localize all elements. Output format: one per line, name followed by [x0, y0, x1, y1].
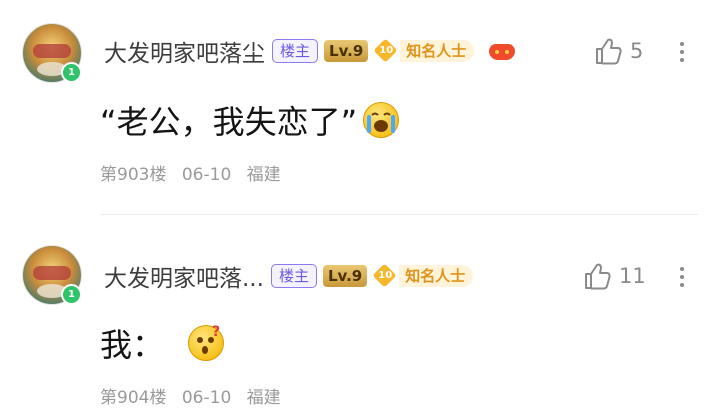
user-level-dot-icon: 1: [61, 62, 82, 83]
badge-level: Lv.9: [324, 40, 369, 62]
post-location: 福建: [246, 165, 281, 185]
badge-louzhu: 楼主: [270, 264, 317, 288]
author-row: 大发明家吧落... 楼主 Lv.9 10 知名人士: [104, 259, 474, 293]
floor-number: 第903楼: [100, 165, 167, 185]
post-content: 我： ?: [100, 321, 225, 365]
more-options-icon[interactable]: [672, 38, 692, 66]
badge-louzhu: 楼主: [272, 39, 319, 63]
thumbs-up-icon: [596, 38, 622, 65]
diamond-icon: 10: [373, 38, 398, 63]
surprised-face-emoji-icon: ?: [188, 325, 225, 361]
username[interactable]: 大发明家吧落尘: [104, 34, 265, 68]
badge-fame: 10 知名人士: [372, 263, 474, 288]
post-text: 我：: [100, 326, 165, 364]
post-date: 06-10: [181, 388, 232, 408]
divider: [100, 214, 698, 215]
username[interactable]: 大发明家吧落...: [104, 259, 264, 293]
svg-text:?: ?: [212, 325, 220, 340]
more-options-icon[interactable]: [672, 263, 692, 291]
post-date: 06-10: [181, 165, 232, 185]
like-button[interactable]: 11: [583, 261, 646, 291]
crying-face-emoji-icon: [363, 102, 400, 138]
thumbs-up-icon: [585, 263, 611, 290]
floor-number: 第904楼: [100, 388, 167, 408]
like-count: 11: [619, 264, 646, 288]
diamond-icon: 10: [372, 263, 397, 288]
author-row: 大发明家吧落尘 楼主 Lv.9 10 知名人士: [104, 34, 516, 68]
badge-level: Lv.9: [322, 265, 368, 287]
user-level-dot-icon: 1: [61, 284, 82, 305]
fame-title: 知名人士: [399, 265, 474, 287]
like-count: 5: [630, 39, 644, 63]
post-location: 福建: [246, 388, 281, 408]
gamepad-icon: [488, 40, 516, 62]
avatar[interactable]: 1: [22, 23, 82, 83]
post-text: “老公，我失恋了”: [100, 103, 358, 141]
post-meta: 第904楼 06-10 福建: [100, 383, 291, 408]
like-button[interactable]: 5: [594, 36, 643, 66]
avatar[interactable]: 1: [22, 245, 82, 305]
fame-title: 知名人士: [400, 40, 475, 62]
post-content: “老公，我失恋了”: [100, 98, 400, 142]
badge-fame: 10 知名人士: [373, 38, 475, 63]
post-meta: 第903楼 06-10 福建: [100, 160, 291, 185]
